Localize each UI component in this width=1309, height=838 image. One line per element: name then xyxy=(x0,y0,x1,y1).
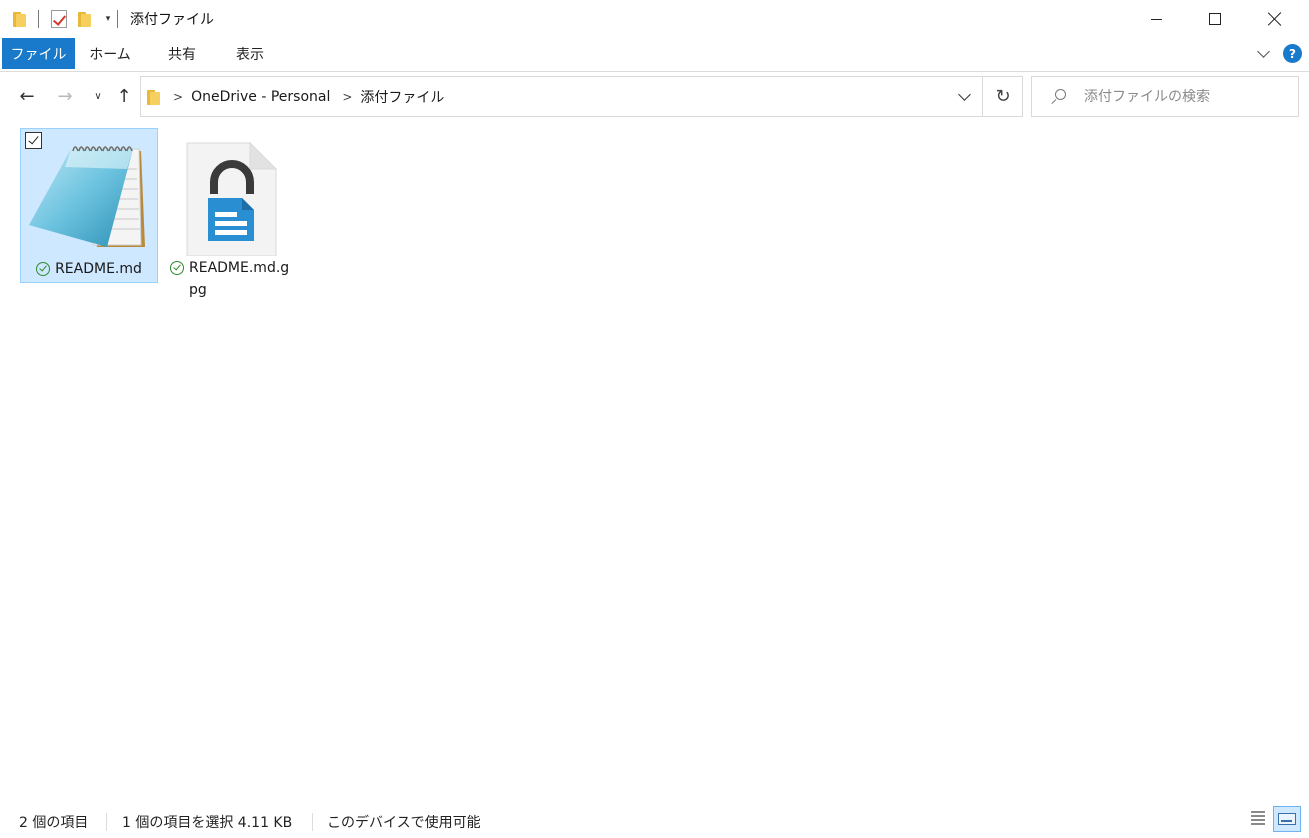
folder-icon xyxy=(13,11,27,27)
chevron-down-icon xyxy=(1256,45,1270,58)
file-name[interactable]: README.md xyxy=(55,258,142,280)
tab-file[interactable]: ファイル xyxy=(2,38,75,69)
breadcrumb-attachments[interactable]: 添付ファイル xyxy=(360,87,444,107)
large-icons-view-icon xyxy=(1278,813,1296,825)
file-item-readme-md[interactable]: README.md xyxy=(20,128,158,283)
recent-locations-button[interactable]: ∨ xyxy=(87,84,109,108)
tab-home[interactable]: ホーム xyxy=(80,38,140,69)
maximize-icon xyxy=(1209,13,1221,25)
ribbon: ファイル ホーム 共有 表示 xyxy=(0,38,1309,72)
properties-icon xyxy=(51,10,67,28)
file-list-view[interactable]: README.md README.md.gpg xyxy=(0,120,1309,805)
notepad-icon xyxy=(29,146,145,247)
breadcrumb-separator[interactable]: > xyxy=(342,90,352,104)
file-name[interactable]: README.md.gpg xyxy=(189,257,294,301)
file-label: README.md xyxy=(21,258,157,280)
search-input[interactable] xyxy=(1084,88,1294,105)
tab-share[interactable]: 共有 xyxy=(152,38,212,69)
window-title: 添付ファイル xyxy=(130,12,214,28)
title-bar: ▾ 添付ファイル xyxy=(0,0,1309,38)
refresh-button[interactable]: ↻ xyxy=(983,77,1023,116)
tab-view[interactable]: 表示 xyxy=(220,38,280,69)
address-bar[interactable]: > OneDrive - Personal > 添付ファイル ↻ xyxy=(140,76,1023,117)
folder-icon xyxy=(147,89,161,105)
navigation-bar: ← → ∨ ↑ > OneDrive - Personal > 添付ファイル ↻ xyxy=(0,72,1309,120)
status-divider xyxy=(312,813,313,831)
status-selection: 1 個の項目を選択 4.11 KB xyxy=(122,814,293,831)
large-icons-view-button[interactable] xyxy=(1273,806,1301,832)
chevron-down-icon xyxy=(957,87,971,101)
ribbon-expand-button[interactable] xyxy=(1252,44,1274,64)
status-divider xyxy=(106,813,107,831)
qat-separator-2 xyxy=(117,10,118,28)
app-folder-icon[interactable] xyxy=(10,7,30,31)
minimize-icon xyxy=(1150,18,1162,20)
close-icon xyxy=(1268,12,1282,26)
minimize-button[interactable] xyxy=(1126,0,1186,38)
search-icon xyxy=(1050,88,1066,105)
quick-access-toolbar: ▾ xyxy=(0,0,128,38)
status-bar: 2 個の項目 1 個の項目を選択 4.11 KB このデバイスで使用可能 xyxy=(0,805,1309,838)
help-button[interactable]: ? xyxy=(1283,44,1302,63)
status-availability: このデバイスで使用可能 xyxy=(327,814,481,831)
qat-separator xyxy=(38,10,39,28)
search-box[interactable] xyxy=(1031,76,1299,117)
status-item-count: 2 個の項目 xyxy=(19,814,89,831)
qat-new-folder-button[interactable] xyxy=(75,7,95,31)
breadcrumb-onedrive[interactable]: OneDrive - Personal xyxy=(191,89,330,105)
sync-status-available-icon xyxy=(36,262,51,276)
locked-document-icon xyxy=(186,141,278,256)
new-folder-icon xyxy=(78,11,92,27)
details-view-button[interactable] xyxy=(1247,806,1269,830)
qat-customize-dropdown[interactable]: ▾ xyxy=(101,14,115,24)
up-button[interactable]: ↑ xyxy=(113,84,135,108)
sync-status-available-icon xyxy=(170,261,184,275)
file-label: README.md.gpg xyxy=(170,257,294,301)
qat-properties-button[interactable] xyxy=(49,7,69,31)
file-item-readme-md-gpg[interactable]: README.md.gpg xyxy=(162,128,296,298)
maximize-button[interactable] xyxy=(1185,0,1245,38)
close-button[interactable] xyxy=(1245,0,1305,38)
breadcrumb-separator[interactable]: > xyxy=(173,90,183,104)
forward-button[interactable]: → xyxy=(54,84,76,108)
address-history-dropdown[interactable] xyxy=(949,77,979,116)
back-button[interactable]: ← xyxy=(16,84,38,108)
